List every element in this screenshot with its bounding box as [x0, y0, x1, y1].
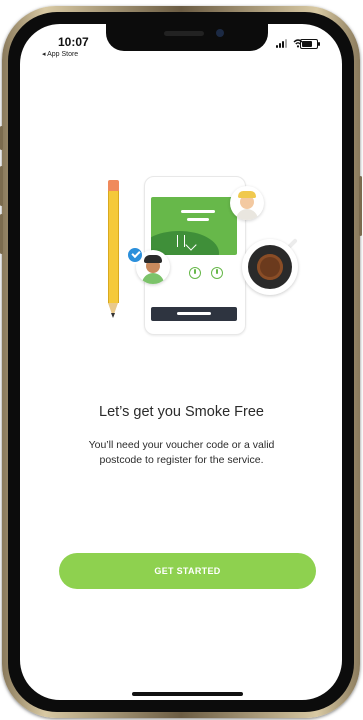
page-subtitle: You’ll need your voucher code or a valid… [88, 439, 275, 466]
back-to-app-store-link[interactable]: ◂ App Store [42, 50, 78, 58]
phone-frame: 10:07 ◂ App Store [0, 6, 362, 718]
check-badge-icon [126, 246, 144, 264]
timer-ring-icon [211, 267, 223, 279]
timer-ring-icon [189, 267, 201, 279]
page-title: Let’s get you Smoke Free [99, 404, 264, 420]
side-button [359, 176, 362, 236]
status-time: 10:07 [58, 35, 89, 49]
phone-screen: 10:07 ◂ App Store [20, 24, 342, 700]
get-started-button[interactable]: GET STARTED [59, 553, 316, 589]
phone-bezel: 10:07 ◂ App Store [8, 12, 354, 712]
signal-icon [276, 39, 290, 48]
pencil-icon [108, 180, 119, 320]
status-icons [276, 38, 320, 49]
mute-switch [0, 126, 3, 150]
onboarding-illustration [94, 168, 298, 338]
avatar-blond [230, 186, 264, 220]
volume-up-button [0, 166, 3, 206]
coffee-cup-icon [242, 238, 298, 295]
front-camera [216, 29, 224, 37]
speaker-grille [164, 31, 204, 36]
tablet-hero-image [151, 197, 237, 255]
home-indicator[interactable] [132, 692, 243, 696]
tablet-footer-bar [151, 307, 237, 321]
volume-down-button [0, 214, 3, 254]
battery-icon [300, 39, 320, 49]
notch [106, 24, 268, 51]
